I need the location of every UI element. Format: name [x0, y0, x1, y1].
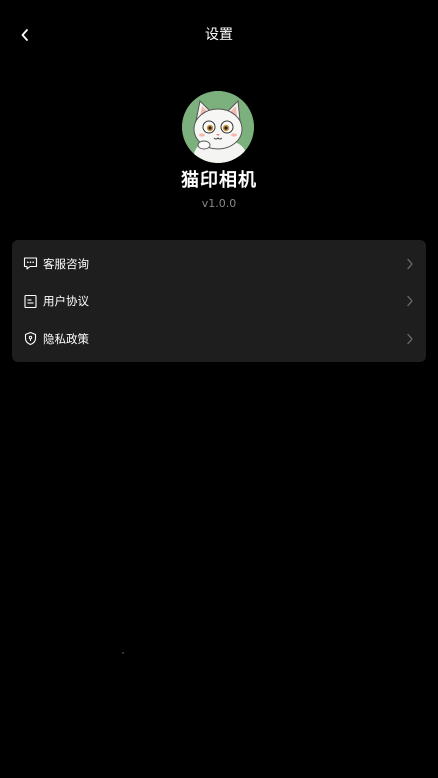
shield-icon	[23, 331, 38, 346]
menu-item-label: 用户协议	[43, 294, 89, 309]
chevron-right-icon	[407, 333, 413, 344]
header: 设置	[0, 0, 438, 70]
app-version: v1.0.0	[201, 197, 237, 210]
chevron-right-icon	[407, 258, 413, 269]
chat-icon	[23, 256, 38, 271]
app-avatar	[182, 91, 254, 163]
stray-dot	[122, 652, 124, 654]
menu-item-privacy-policy[interactable]: 隐私政策	[12, 320, 426, 358]
menu-item-customer-service[interactable]: 客服咨询	[12, 245, 426, 283]
chevron-right-icon	[407, 296, 413, 307]
page-title: 设置	[205, 27, 233, 43]
settings-screen: 设置 猫印相机 v1.0.0 客服咨询 用户协议 隐私政策	[0, 0, 438, 778]
app-name: 猫印相机	[181, 170, 257, 191]
menu-item-label: 客服咨询	[43, 256, 89, 271]
menu-card: 客服咨询 用户协议 隐私政策	[12, 240, 426, 362]
menu-item-user-agreement[interactable]: 用户协议	[12, 283, 426, 321]
document-icon	[23, 294, 38, 309]
cat-avatar-icon	[182, 91, 254, 163]
menu-item-label: 隐私政策	[43, 331, 89, 346]
